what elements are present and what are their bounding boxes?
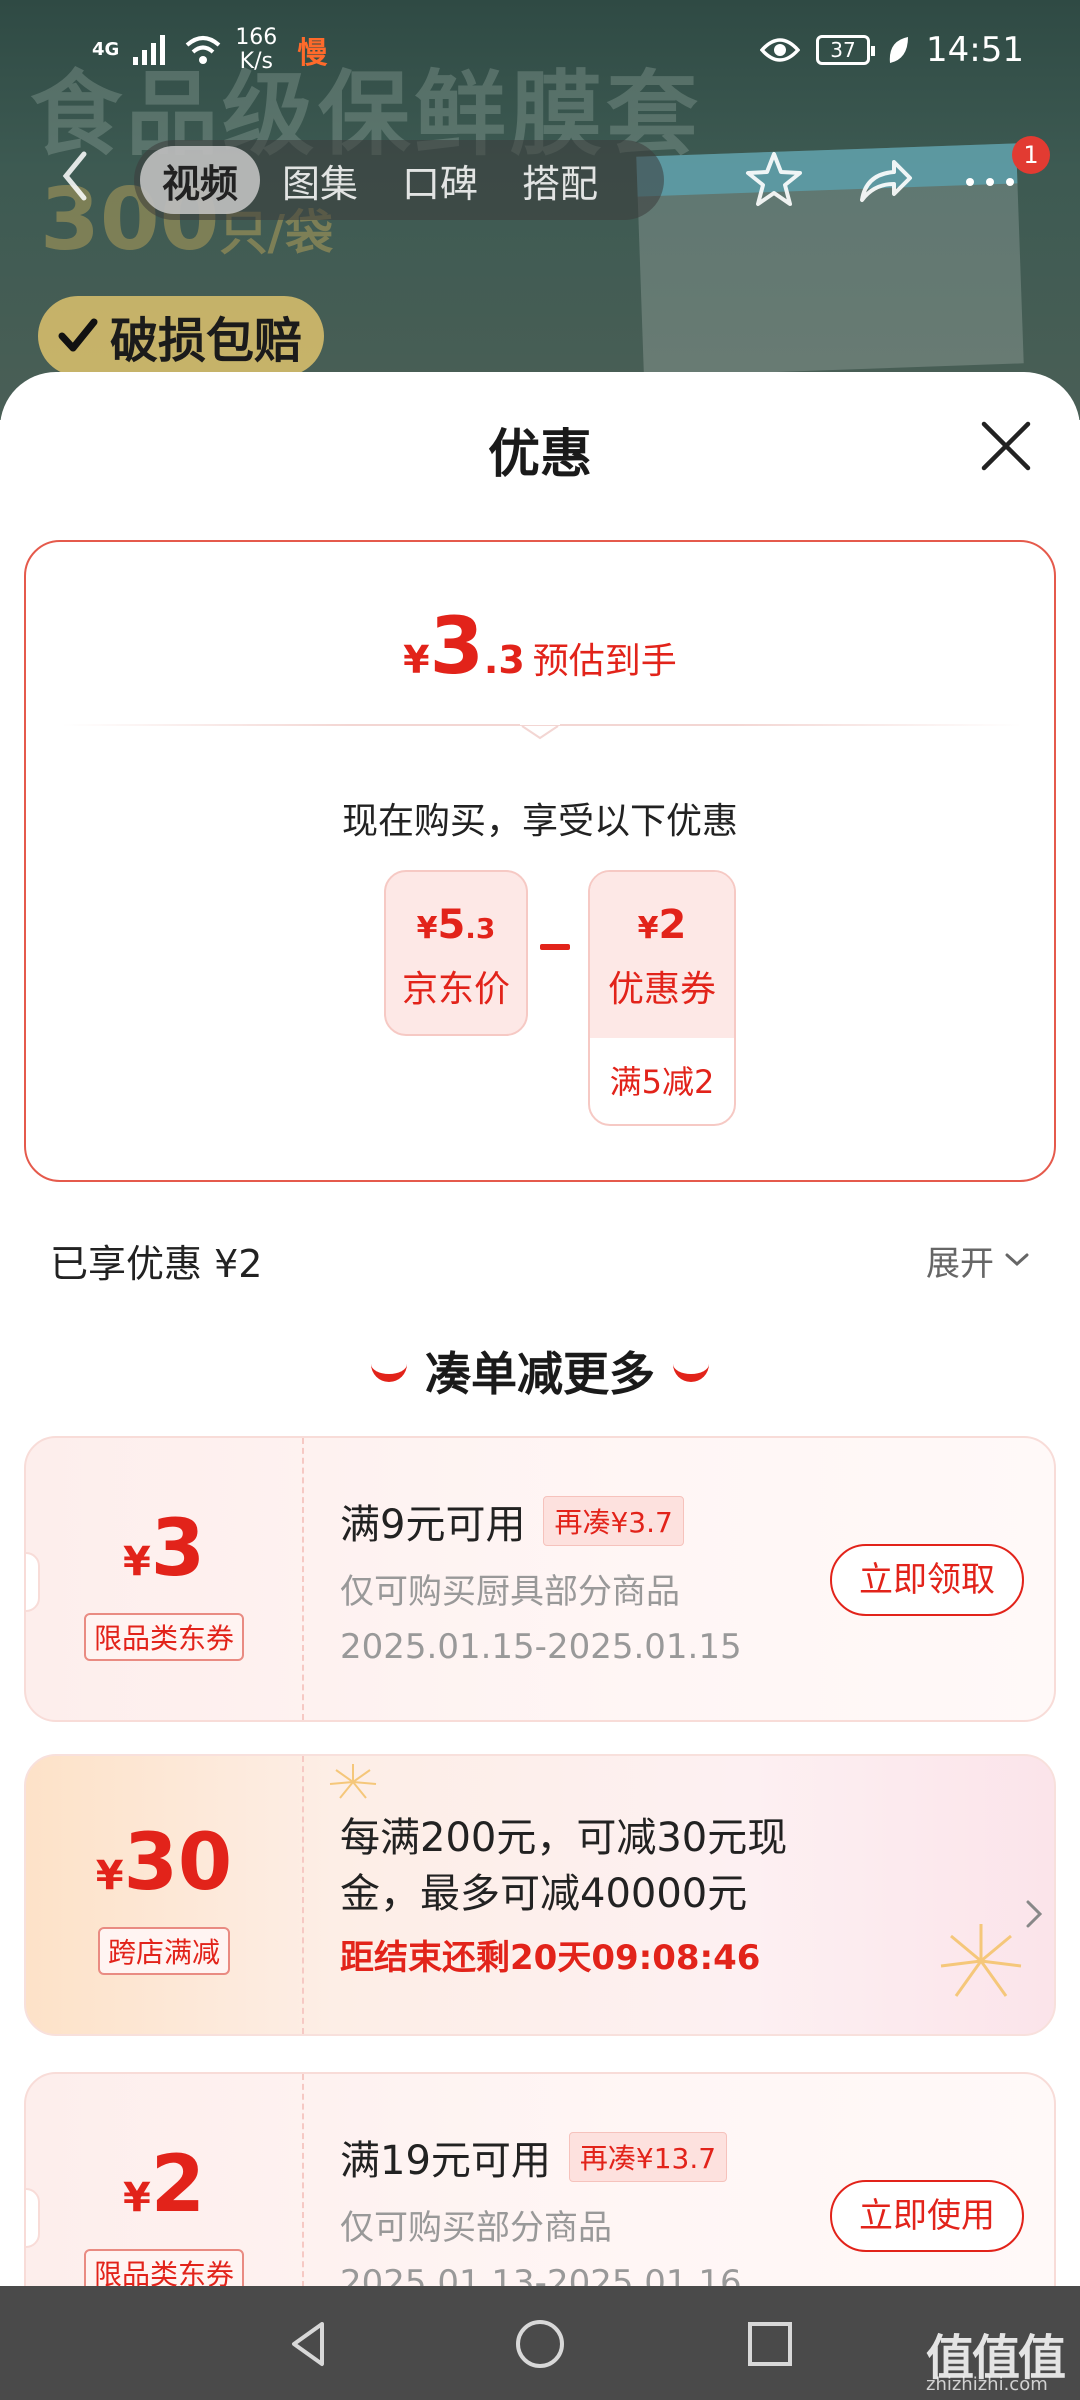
coupon-value: ¥2 限品类东券 <box>26 2074 302 2287</box>
product-image-header: 食品级保鲜膜套 300只/袋 破损包赔 4G 166 K/s 慢 37 14:51 <box>0 0 1080 420</box>
add-more-tag: 再凑¥13.7 <box>568 2132 728 2182</box>
enjoyed-discount: 已享优惠 ¥2 <box>50 1241 263 1286</box>
nav-recents-icon[interactable] <box>742 2316 798 2372</box>
smile-right-icon <box>673 1362 709 1382</box>
slow-network-indicator: 慢 <box>297 36 328 71</box>
tab-video[interactable]: 视频 <box>140 146 261 214</box>
watermark-site: zhizhizhi.com <box>926 2374 1048 2395</box>
star-icon[interactable] <box>742 148 806 212</box>
dashed-divider <box>302 2074 304 2287</box>
nav-back-icon[interactable] <box>282 2316 338 2372</box>
signal-icon <box>133 35 166 65</box>
coupon-tag: 限品类东券 <box>83 1613 244 1661</box>
close-icon[interactable] <box>978 418 1034 474</box>
coupon-value: ¥30 跨店满减 <box>26 1756 302 2034</box>
coupon-date: 2025.01.15-2025.01.15 <box>340 1627 742 1667</box>
damage-guarantee-badge: 破损包赔 <box>38 296 325 376</box>
tab-matching[interactable]: 搭配 <box>500 146 620 214</box>
coupon-scope: 仅可购买部分商品 <box>340 2208 612 2248</box>
nav-home-icon[interactable] <box>512 2316 568 2372</box>
jd-price-chip: ¥5.3 京东价 <box>384 870 528 1036</box>
eye-icon <box>760 38 801 62</box>
minus-sign <box>540 944 570 950</box>
clock: 14:51 <box>926 30 1024 70</box>
coupon-chip: ¥2 优惠券 满5减2 <box>588 870 736 1126</box>
chevron-right-icon <box>1026 1900 1043 1928</box>
chevron-down-icon <box>1005 1253 1029 1267</box>
coupon-scope: 仅可购买厨具部分商品 <box>340 1572 680 1612</box>
tab-reviews[interactable]: 口碑 <box>380 146 500 214</box>
coupon-title: 满9元可用 <box>340 1502 526 1548</box>
discount-rule: 每满200元，可减30元现 金，最多可减40000元 <box>340 1815 788 1917</box>
back-icon[interactable] <box>56 148 96 204</box>
smile-left-icon <box>371 1362 407 1382</box>
network-type: 4G <box>92 39 120 60</box>
system-navigation-bar <box>0 2286 1080 2400</box>
share-icon[interactable] <box>852 148 916 212</box>
price-summary-card: ¥3.3 预估到手 现在购买，享受以下优惠 ¥5.3 京东价 ¥2 优惠券 满5减… <box>24 540 1056 1182</box>
checkmark-icon <box>58 318 98 352</box>
claim-now-button[interactable]: 立即领取 <box>830 1544 1024 1616</box>
battery-indicator: 37 <box>816 35 876 65</box>
dashed-divider <box>302 1756 304 2034</box>
use-now-button[interactable]: 立即使用 <box>830 2180 1024 2252</box>
coupon-title: 满19元可用 <box>340 2138 551 2184</box>
media-tabs: 视频 图集 口碑 搭配 <box>134 140 664 220</box>
wifi-icon <box>185 36 221 64</box>
enjoyed-discount-row: 已享优惠 ¥2 展开 <box>50 1230 1030 1290</box>
coupon-card: ¥3 限品类东券 满9元可用 再凑¥3.7 仅可购买厨具部分商品 2025.01.… <box>24 1436 1056 1722</box>
add-more-tag: 再凑¥3.7 <box>543 1496 684 1546</box>
dashed-divider <box>302 1438 304 1720</box>
estimated-price: ¥3.3 预估到手 <box>403 602 677 692</box>
status-bar: 4G 166 K/s 慢 37 14:51 <box>0 0 1080 100</box>
coupon-tag: 跨店满减 <box>97 1927 230 1975</box>
tab-gallery[interactable]: 图集 <box>260 146 380 214</box>
caret-down-icon <box>520 712 560 740</box>
firework-icon <box>940 1924 1022 1997</box>
now-buy-text: 现在购买，享受以下优惠 <box>341 801 738 842</box>
network-speed: 166 K/s <box>235 25 278 74</box>
discount-sheet: 优惠 ¥3.3 预估到手 现在购买，享受以下优惠 ¥5.3 京东价 ¥2 优惠券 … <box>0 372 1080 2287</box>
more-deals-heading: 凑单减更多 <box>0 1338 1080 1404</box>
notification-badge: 1 <box>1012 136 1050 174</box>
leaf-icon <box>889 37 909 63</box>
countdown-timer: 距结束还剩20天09:08:46 <box>340 1938 761 1978</box>
sheet-title: 优惠 <box>487 425 592 485</box>
expand-button[interactable]: 展开 <box>926 1236 1030 1285</box>
coupon-date: 2025.01.13-2025.01.16 <box>340 2263 742 2287</box>
firework-icon <box>329 1764 377 1799</box>
product-nav-bar: 视频 图集 口碑 搭配 1 <box>0 130 1080 230</box>
coupon-tag: 限品类东券 <box>83 2249 244 2287</box>
store-discount-card[interactable]: ¥30 跨店满减 每满200元，可减30元现 金，最多可减40000元 距结束还剩… <box>24 1754 1056 2036</box>
coupon-card: ¥2 限品类东券 满19元可用 再凑¥13.7 仅可购买部分商品 2025.01.… <box>24 2072 1056 2287</box>
coupon-value: ¥3 限品类东券 <box>26 1438 302 1720</box>
